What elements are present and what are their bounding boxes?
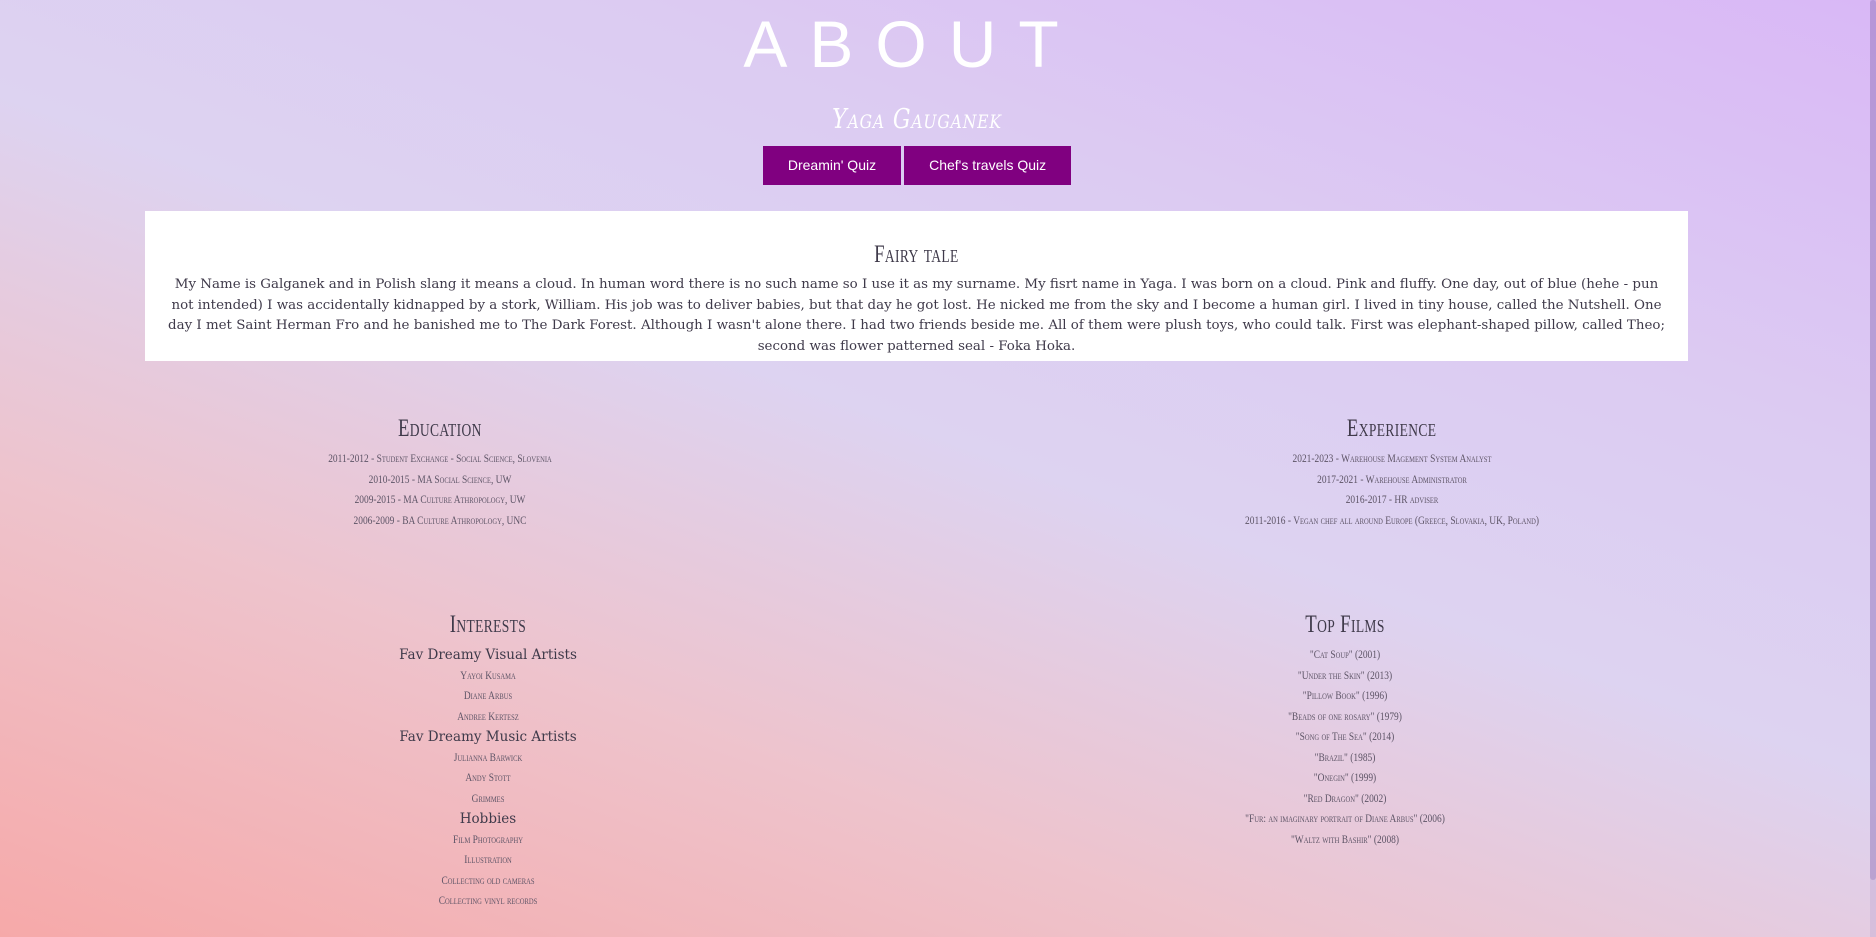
interest-item: Andy Stott bbox=[465, 772, 511, 784]
interest-item: Grimmes bbox=[471, 792, 505, 805]
interest-item: Andree Kertesz bbox=[457, 710, 519, 723]
fairy-tale-text: My Name is Galganek and in Polish slang … bbox=[168, 277, 1665, 354]
film-item: "Song of The Sea" (2014) bbox=[1295, 731, 1395, 743]
interest-group-title: Fav Dreamy Visual Artists bbox=[399, 647, 577, 663]
film-item: "Under the Skin" (2013) bbox=[1297, 669, 1393, 682]
interest-item: Collecting vinyl records bbox=[438, 895, 538, 907]
page-title: ABOUT bbox=[743, 7, 1081, 81]
interest-item: Diane Arbus bbox=[463, 690, 513, 702]
page-scrollbar[interactable] bbox=[1870, 0, 1876, 937]
interest-group-title: Fav Dreamy Music Artists bbox=[399, 729, 577, 745]
chefs-travels-quiz-button[interactable]: Chef's travels Quiz bbox=[904, 146, 1072, 185]
interest-item: Collecting old cameras bbox=[441, 874, 535, 887]
education-item: 2009-2015 - MA Culture Athropology, UW bbox=[354, 494, 526, 506]
film-item: "Waltz with Bashir" (2008) bbox=[1290, 833, 1400, 846]
author-name: Yaga Gauganek bbox=[832, 104, 1002, 135]
interests-heading: Interests bbox=[449, 611, 527, 638]
education-heading: Education bbox=[398, 415, 482, 442]
fairy-tale-card: Fairy tale My Name is Galganek and in Po… bbox=[145, 211, 1688, 361]
interest-item: Yayoi Kusama bbox=[460, 669, 516, 682]
quiz-buttons: Dreamin' Quiz Chef's travels Quiz bbox=[0, 146, 1834, 185]
experience-item: 2016-2017 - HR adviser bbox=[1345, 494, 1439, 506]
experience-item: 2021-2023 - Warehouse Magement System An… bbox=[1292, 453, 1492, 465]
interest-item: Illustration bbox=[464, 854, 512, 866]
experience-heading: Experience bbox=[1347, 415, 1437, 442]
top-films-heading: Top Films bbox=[1305, 611, 1385, 638]
education-item: 2010-2015 - MA Social Science, UW bbox=[368, 473, 512, 486]
dreamin-quiz-button[interactable]: Dreamin' Quiz bbox=[762, 146, 902, 185]
film-item: "Pillow Book" (1996) bbox=[1302, 690, 1388, 702]
interest-item: Film Photography bbox=[453, 833, 523, 846]
film-item: "Beads of one rosary" (1979) bbox=[1288, 710, 1402, 723]
film-item: "Brazil" (1985) bbox=[1314, 751, 1376, 764]
interests-section: Interests Fav Dreamy Visual Artists Yayo… bbox=[288, 611, 688, 912]
education-section: Education 2011-2012 - Student Exchange -… bbox=[240, 415, 640, 531]
experience-item: 2011-2016 - Vegan chef all around Europe… bbox=[1245, 514, 1539, 527]
experience-item: 2017-2021 - Warehouse Administrator bbox=[1317, 473, 1467, 486]
experience-section: Experience 2021-2023 - Warehouse Magemen… bbox=[1192, 415, 1592, 531]
film-item: "Onegin" (1999) bbox=[1313, 772, 1377, 784]
interest-item: Julianna Barwick bbox=[453, 751, 523, 764]
fairy-tale-heading: Fairy tale bbox=[874, 241, 959, 268]
interest-group-title: Hobbies bbox=[459, 811, 517, 827]
film-item: "Red Dragon" (2002) bbox=[1303, 792, 1387, 805]
scrollbar-thumb[interactable] bbox=[1870, 0, 1876, 880]
education-item: 2011-2012 - Student Exchange - Social Sc… bbox=[328, 453, 552, 465]
film-item: "Cat Soup" (2001) bbox=[1309, 649, 1381, 661]
education-item: 2006-2009 - BA Culture Athropology, UNC bbox=[353, 514, 527, 527]
top-films-section: Top Films "Cat Soup" (2001) "Under the S… bbox=[1145, 611, 1545, 850]
film-item: "Fur: an imaginary portrait of Diane Arb… bbox=[1245, 813, 1445, 825]
